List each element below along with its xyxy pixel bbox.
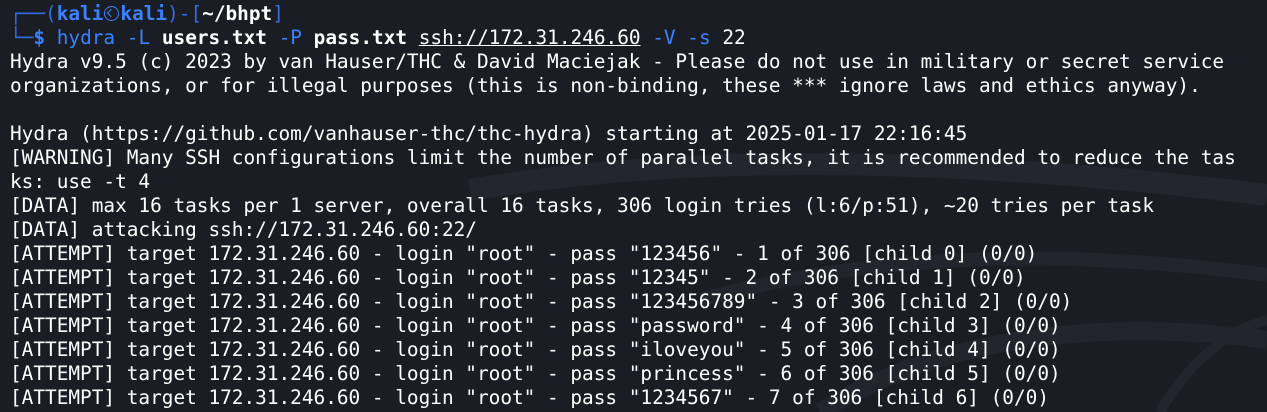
prompt-frame-open: ┌──( bbox=[10, 2, 57, 25]
command-pass-list: pass.txt bbox=[313, 26, 408, 49]
terminal-window[interactable]: ┌──(kali kali)-[~/bhpt] └─$ hydra -L user… bbox=[0, 0, 1267, 412]
prompt-symbol: $ bbox=[33, 26, 46, 49]
prompt-cwd: ~/bhpt bbox=[202, 2, 273, 25]
output-line-start: Hydra (https://github.com/vanhauser-thc/… bbox=[10, 122, 968, 145]
prompt-corner: └─ bbox=[10, 26, 34, 49]
prompt-header-line: ┌──(kali kali)-[~/bhpt] bbox=[10, 2, 1267, 26]
prompt-host: kali bbox=[120, 2, 168, 25]
command-flag-verbose: -V bbox=[652, 26, 676, 49]
command-flag-user-list: -L bbox=[126, 26, 151, 49]
command-flag-pass-list: -P bbox=[278, 26, 302, 49]
output-line-attempt: [ATTEMPT] target 172.31.246.60 - login "… bbox=[10, 242, 1038, 265]
output-line-banner: Hydra v9.5 (c) 2023 by van Hauser/THC & … bbox=[10, 50, 1225, 73]
output-line-disclaimer: organizations, or for illegal purposes (… bbox=[10, 74, 1201, 97]
prompt-frame-mid: )-[ bbox=[167, 2, 203, 25]
command-line[interactable]: └─$ hydra -L users.txt -P pass.txt ssh:/… bbox=[10, 26, 1267, 50]
command-program: hydra bbox=[56, 26, 116, 49]
output-line-warning-cont: ks: use -t 4 bbox=[10, 170, 151, 193]
output-line-warning: [WARNING] Many SSH configurations limit … bbox=[10, 146, 1236, 169]
output-line-attempt: [ATTEMPT] target 172.31.246.60 - login "… bbox=[10, 266, 1026, 289]
terminal-buffer: ┌──(kali kali)-[~/bhpt] └─$ hydra -L user… bbox=[10, 2, 1267, 410]
command-port: 22 bbox=[722, 26, 746, 49]
output-line-attempt: [ATTEMPT] target 172.31.246.60 - login "… bbox=[10, 290, 1073, 313]
output-line-data-attacking: [DATA] attacking ssh://172.31.246.60:22/ bbox=[10, 218, 477, 241]
output-line-attempt: [ATTEMPT] target 172.31.246.60 - login "… bbox=[10, 314, 1061, 337]
output-line-blank bbox=[10, 98, 1267, 122]
command-target: ssh://172.31.246.60 bbox=[418, 26, 641, 49]
prompt-user: kali bbox=[56, 2, 104, 25]
output-line-attempt: [ATTEMPT] target 172.31.246.60 - login "… bbox=[10, 338, 1061, 361]
prompt-frame-close: ] bbox=[272, 2, 284, 25]
command-flag-port: -s bbox=[687, 26, 711, 49]
output-line-attempt: [ATTEMPT] target 172.31.246.60 - login "… bbox=[10, 362, 1061, 385]
output-line-attempt: [ATTEMPT] target 172.31.246.60 - login "… bbox=[10, 386, 1049, 409]
output-line-data-tasks: [DATA] max 16 tasks per 1 server, overal… bbox=[10, 194, 1155, 217]
command-user-list: users.txt bbox=[161, 26, 267, 49]
kali-dragon-icon bbox=[104, 6, 120, 21]
